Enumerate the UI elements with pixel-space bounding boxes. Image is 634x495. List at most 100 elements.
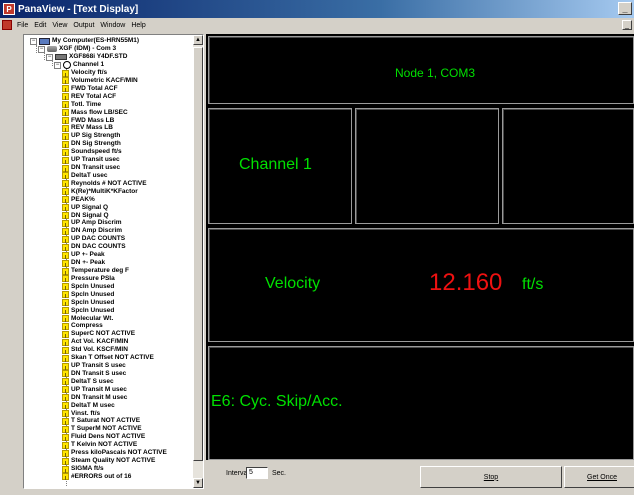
mdi-minimize-button[interactable]: _ <box>622 20 632 30</box>
parameter-icon <box>62 204 69 212</box>
tree-parameter-item[interactable]: DN Amp Discrim <box>62 227 122 235</box>
tree-parameter-item[interactable]: UP Transit M usec <box>62 386 127 394</box>
menu-edit[interactable]: Edit <box>31 22 49 29</box>
tree-parameter-item[interactable]: UP Transit usec <box>62 156 120 164</box>
tree-parameter-item[interactable]: Totl. Time <box>62 101 101 109</box>
collapse-icon[interactable]: − <box>46 53 53 61</box>
interval-input[interactable]: 5 <box>246 467 268 479</box>
tree-parameter-item[interactable]: UP Transit S usec <box>62 362 126 370</box>
tree-parameter-item[interactable]: DeltaT usec <box>62 172 108 180</box>
device-icon <box>55 54 67 60</box>
device-tree[interactable]: − My Computer(ES-HRN55M1) − XGF (IDM) - … <box>23 34 204 489</box>
tree-node-channel[interactable]: − Channel 1 <box>54 61 104 69</box>
tree-parameter-item[interactable]: DeltaT M usec <box>62 402 115 410</box>
tree-parameter-item[interactable]: UP DAC COUNTS <box>62 235 125 243</box>
tree-parameter-item[interactable]: Spcln Unused <box>62 307 114 315</box>
tree-parameter-item[interactable]: PEAK% <box>62 196 95 204</box>
tree-node-device[interactable]: − XGF868i Y4DF.STD <box>46 53 127 61</box>
tree-parameter-label: DeltaT usec <box>71 171 108 179</box>
parameter-value: 12.160 <box>429 269 503 296</box>
tree-parameter-label: REV Total ACF <box>71 92 117 100</box>
tree-parameter-item[interactable]: Steam Quality NOT ACTIVE <box>62 457 155 465</box>
tree-parameter-item[interactable]: DN Signal Q <box>62 212 109 220</box>
tree-parameter-item[interactable]: Fluid Dens NOT ACTIVE <box>62 433 145 441</box>
collapse-icon[interactable]: − <box>38 45 45 53</box>
scroll-up-icon[interactable]: ▲ <box>193 35 203 45</box>
menu-view[interactable]: View <box>49 22 70 29</box>
tree-parameter-item[interactable]: Act Vol. KACF/MIN <box>62 338 128 346</box>
tree-parameter-item[interactable]: T SuperM NOT ACTIVE <box>62 425 142 433</box>
minimize-button[interactable]: _ <box>618 2 632 15</box>
tree-parameter-item[interactable]: Mass flow LB/SEC <box>62 109 128 117</box>
collapse-icon[interactable]: − <box>30 37 37 45</box>
tree-parameter-item[interactable]: FWD Total ACF <box>62 85 118 93</box>
tree-parameter-item[interactable]: Std Vol. KSCF/MIN <box>62 346 128 354</box>
tree-parameter-item[interactable]: Skan T Offset NOT ACTIVE <box>62 354 154 362</box>
scroll-thumb[interactable] <box>193 47 203 461</box>
tree-parameter-item[interactable]: Spcln Unused <box>62 299 114 307</box>
error-message: E6: Cyc. Skip/Acc. <box>211 393 343 410</box>
tree-parameter-item[interactable]: DN Transit S usec <box>62 370 126 378</box>
tree-parameter-item[interactable]: Pressure PSIa <box>62 275 115 283</box>
parameter-icon <box>62 235 69 243</box>
tree-parameter-item[interactable]: DeltaT S usec <box>62 378 114 386</box>
tree-parameter-item[interactable]: T Saturat NOT ACTIVE <box>62 417 140 425</box>
tree-parameter-item[interactable]: Soundspeed ft/s <box>62 148 122 156</box>
app-icon[interactable]: P <box>3 3 15 15</box>
tree-node-meter[interactable]: − XGF (IDM) - Com 3 <box>38 45 116 53</box>
tree-parameter-item[interactable]: Spcln Unused <box>62 291 114 299</box>
tree-node-computer[interactable]: − My Computer(ES-HRN55M1) <box>30 37 139 45</box>
tree-parameter-item[interactable]: DN Transit usec <box>62 164 120 172</box>
text-display: Node 1, COM3 Channel 1 Velocity 12.160 f… <box>206 34 634 460</box>
tree-parameter-item[interactable]: Vinst. ft/s <box>62 410 100 418</box>
tree-parameter-item[interactable]: UP Amp Discrim <box>62 219 122 227</box>
tree-parameter-item[interactable]: Temperature deg F <box>62 267 129 275</box>
window-title: PanaView - [Text Display] <box>18 3 139 15</box>
tree-parameter-item[interactable]: Molecular Wt. <box>62 315 113 323</box>
tree-parameter-item[interactable]: T Kelvin NOT ACTIVE <box>62 441 137 449</box>
tree-parameter-item[interactable]: DN Sig Strength <box>62 140 121 148</box>
menu-help[interactable]: Help <box>128 22 148 29</box>
tree-parameter-label: DN Sig Strength <box>71 140 121 148</box>
tree-parameter-item[interactable]: REV Mass LB <box>62 124 113 132</box>
tree-parameter-item[interactable]: UP +- Peak <box>62 251 105 259</box>
stop-button[interactable]: Stop <box>420 466 562 488</box>
get-once-button[interactable]: Get Once <box>564 466 634 488</box>
tree-parameter-item[interactable]: SIGMA ft/s <box>62 465 104 473</box>
menu-output[interactable]: Output <box>70 22 97 29</box>
tree-parameter-item[interactable]: Press kiloPascals NOT ACTIVE <box>62 449 167 457</box>
tree-parameter-item[interactable]: DN Transit M usec <box>62 394 127 402</box>
tree-parameter-item[interactable]: SuperC NOT ACTIVE <box>62 330 135 338</box>
tree-parameter-label: SuperC NOT ACTIVE <box>71 330 136 338</box>
tree-parameter-label: Mass flow LB/SEC <box>71 108 128 116</box>
collapse-icon[interactable]: − <box>54 61 61 69</box>
parameter-icon <box>62 243 69 251</box>
tree-parameter-item[interactable]: Compress <box>62 322 103 330</box>
tree-parameter-item[interactable]: REV Total ACF <box>62 93 116 101</box>
tree-parameter-item[interactable]: Reynolds # NOT ACTIVE <box>62 180 147 188</box>
tree-parameter-item[interactable]: Volumetric KACF/MIN <box>62 77 138 85</box>
tree-parameter-item[interactable]: DN +- Peak <box>62 259 105 267</box>
tree-parameter-label: UP Transit M usec <box>71 385 127 393</box>
tree-parameter-item[interactable]: DN DAC COUNTS <box>62 243 126 251</box>
tree-parameter-item[interactable]: #ERRORS out of 16 <box>62 473 131 481</box>
parameter-icon <box>62 362 69 370</box>
tree-parameter-label: K(Re)*MultiK*KFactor <box>71 187 138 195</box>
tree-parameter-item[interactable]: UP Signal Q <box>62 204 108 212</box>
tree-parameter-item[interactable]: UP Sig Strength <box>62 132 120 140</box>
tree-parameter-item[interactable]: Spcln Unused <box>62 283 114 291</box>
tree-parameter-item[interactable]: FWD Mass LB <box>62 117 114 125</box>
tree-parameter-item[interactable]: Velocity ft/s <box>62 69 107 77</box>
parameter-icon <box>62 132 69 140</box>
menu-file[interactable]: File <box>14 22 31 29</box>
parameter-icon <box>62 473 69 481</box>
tree-parameter-label: Skan T Offset NOT ACTIVE <box>71 354 154 362</box>
tree-parameter-item[interactable]: K(Re)*MultiK*KFactor <box>62 188 138 196</box>
parameter-icon <box>62 117 69 125</box>
parameter-icon <box>62 386 69 394</box>
tree-scrollbar[interactable]: ▲ ▼ <box>193 35 203 488</box>
scroll-down-icon[interactable]: ▼ <box>193 478 203 488</box>
menu-window[interactable]: Window <box>97 22 128 29</box>
document-icon[interactable] <box>2 20 12 30</box>
tree-parameter-label: DN Transit usec <box>71 164 121 172</box>
